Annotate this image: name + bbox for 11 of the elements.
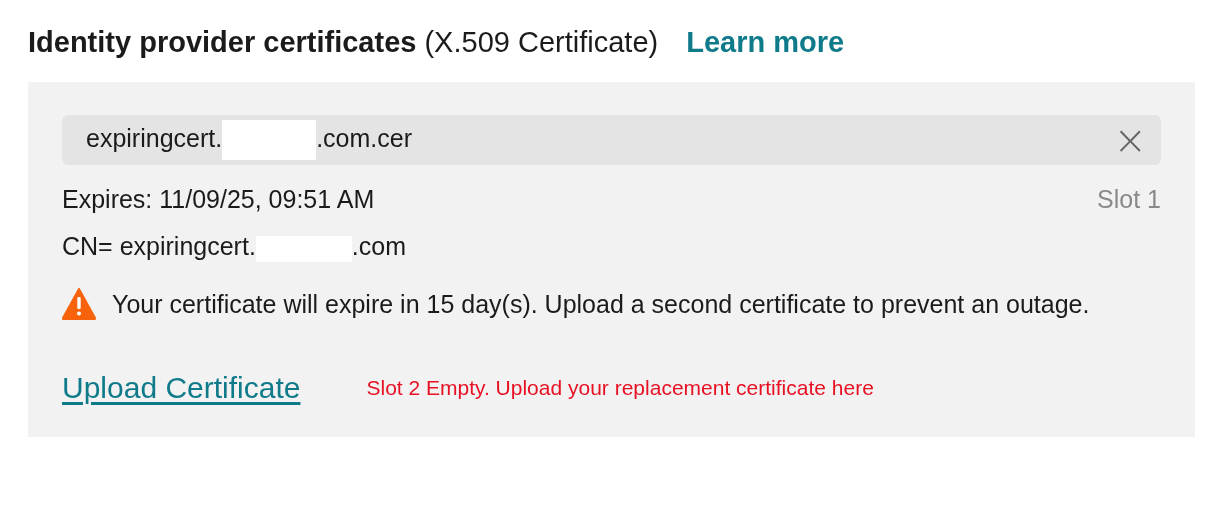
slot-label: Slot 1 <box>1097 184 1161 214</box>
file-name: expiringcert. .com.cer <box>86 120 413 160</box>
common-name: CN= expiringcert. .com <box>62 232 406 262</box>
warning-icon <box>62 288 96 320</box>
section-title: Identity provider certificates (X.509 Certificate) <box>28 26 659 59</box>
expiry-date: Expires: 11/09/25, 09:51 AM <box>62 184 375 214</box>
warning-message: Your certificate will expire in 15 day(s). Upload a second certificate to prevent an outage. <box>112 289 1090 320</box>
upload-certificate-link[interactable]: Upload Certificate <box>62 371 301 405</box>
learn-more-link[interactable]: Learn more <box>686 26 845 59</box>
slot-empty-note: Slot 2 Empty. Upload your replacement certificate here <box>366 376 874 400</box>
close-button[interactable]: × <box>1113 120 1147 160</box>
